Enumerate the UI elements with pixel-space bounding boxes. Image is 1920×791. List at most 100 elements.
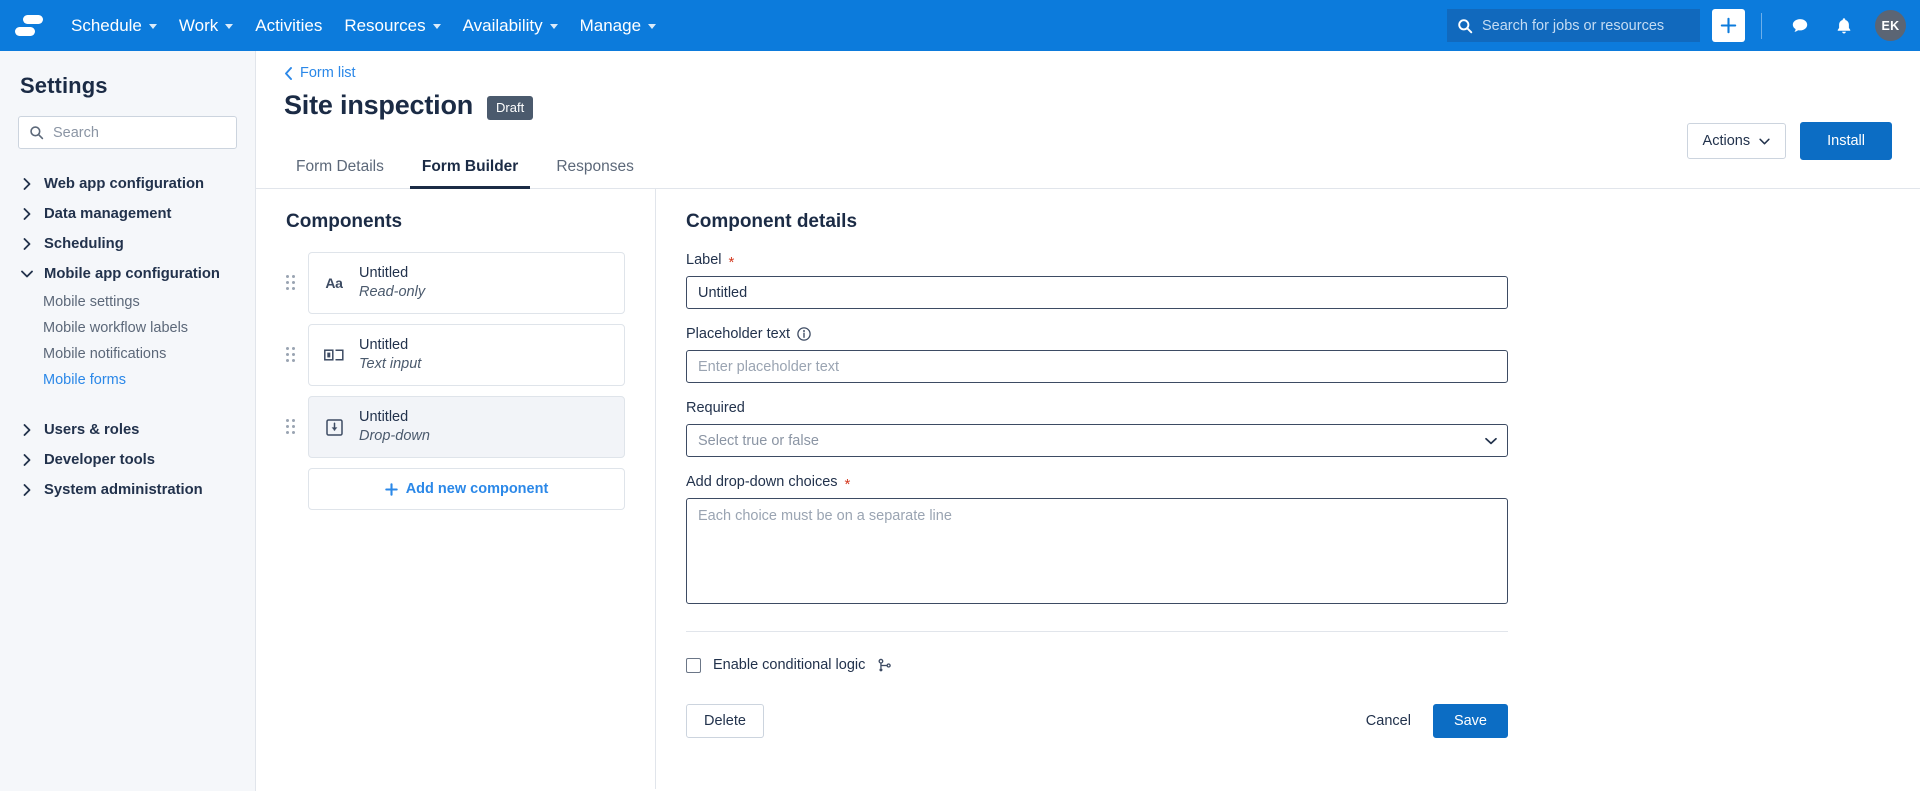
nav-item-schedule-label: Schedule bbox=[71, 15, 142, 35]
top-navigation-bar: Schedule Work Activities Resources Avail… bbox=[0, 0, 1920, 51]
user-avatar[interactable]: EK bbox=[1875, 10, 1906, 41]
chat-bubble-icon bbox=[1792, 18, 1808, 32]
required-select-wrap: Select true or false true false bbox=[686, 424, 1508, 457]
create-new-button[interactable] bbox=[1712, 9, 1745, 42]
nav-item-availability-label: Availability bbox=[462, 15, 543, 35]
nav-right-cluster: Search for jobs or resources EK bbox=[1447, 9, 1906, 42]
messages-button[interactable] bbox=[1785, 11, 1815, 41]
component-details-title: Component details bbox=[686, 211, 858, 232]
sidebar-item-mobile-notifications[interactable]: Mobile notifications bbox=[0, 341, 255, 367]
nav-item-activities[interactable]: Activities bbox=[244, 10, 333, 42]
sidebar-search-placeholder: Search bbox=[53, 124, 99, 141]
drop-down-choices-textarea[interactable] bbox=[686, 498, 1508, 604]
components-pane: Components Aa Untitled Read-only Untitle… bbox=[256, 189, 656, 789]
sidebar-group-mobile-app-configuration[interactable]: Mobile app configuration bbox=[0, 259, 255, 289]
sidebar-item-mobile-forms[interactable]: Mobile forms bbox=[0, 367, 255, 393]
drag-handle-icon[interactable] bbox=[286, 275, 298, 291]
component-type: Read-only bbox=[359, 283, 426, 300]
chevron-down-icon bbox=[648, 24, 657, 29]
component-card-text: Untitled Read-only bbox=[359, 264, 425, 302]
sidebar-item-mobile-settings[interactable]: Mobile settings bbox=[0, 289, 255, 315]
sitebox-logo[interactable] bbox=[12, 9, 46, 43]
chevron-down-icon bbox=[20, 268, 33, 281]
nav-item-manage-label: Manage bbox=[579, 15, 642, 35]
component-card-text-input[interactable]: Untitled Text input bbox=[308, 324, 625, 387]
label-field-label: Label * bbox=[686, 252, 1508, 270]
add-new-component-button[interactable]: Add new component bbox=[308, 468, 625, 511]
sidebar-group-developer-tools[interactable]: Developer tools bbox=[0, 445, 255, 475]
nav-item-resources-label: Resources bbox=[344, 15, 426, 35]
breadcrumb-label: Form list bbox=[300, 65, 356, 81]
chevron-down-icon bbox=[148, 24, 157, 29]
required-asterisk: * bbox=[844, 475, 851, 493]
header-action-buttons: Actions Install bbox=[1686, 122, 1892, 160]
global-search-box[interactable]: Search for jobs or resources bbox=[1447, 9, 1700, 42]
info-icon[interactable] bbox=[797, 327, 811, 341]
cancel-button[interactable]: Cancel bbox=[1362, 705, 1415, 737]
component-details-pane: Component details Label * Placeholder te… bbox=[656, 189, 1920, 789]
drag-handle-icon[interactable] bbox=[286, 419, 298, 435]
tab-label: Responses bbox=[556, 158, 634, 175]
label-field-label-text: Label bbox=[686, 252, 722, 268]
status-badge: Draft bbox=[487, 95, 534, 120]
tab-form-builder[interactable]: Form Builder bbox=[409, 147, 531, 189]
required-field-label: Required bbox=[686, 400, 1508, 416]
enable-conditional-logic-checkbox[interactable] bbox=[686, 657, 701, 673]
sidebar-group-users-and-roles[interactable]: Users & roles bbox=[0, 415, 255, 445]
notifications-button[interactable] bbox=[1829, 11, 1859, 41]
nav-item-activities-label: Activities bbox=[255, 15, 323, 35]
nav-item-availability[interactable]: Availability bbox=[452, 10, 569, 42]
nav-item-work-label: Work bbox=[178, 15, 219, 35]
sidebar-item-mobile-workflow-labels[interactable]: Mobile workflow labels bbox=[0, 315, 255, 341]
chevron-down-icon bbox=[225, 24, 234, 29]
sidebar-group-scheduling[interactable]: Scheduling bbox=[0, 229, 255, 259]
actions-button[interactable]: Actions bbox=[1686, 123, 1787, 159]
tab-label: Form Details bbox=[296, 158, 384, 175]
delete-button[interactable]: Delete bbox=[686, 704, 764, 738]
global-search-placeholder: Search for jobs or resources bbox=[1482, 17, 1665, 34]
bell-icon bbox=[1837, 17, 1851, 33]
sidebar-group-label: System administration bbox=[44, 482, 203, 498]
component-name: Untitled bbox=[359, 409, 409, 426]
main-content: Form list Site inspection Draft Actions … bbox=[256, 51, 1920, 791]
label-input[interactable] bbox=[686, 276, 1508, 309]
choices-field-label-text: Add drop-down choices bbox=[686, 474, 838, 490]
chevron-right-icon bbox=[20, 178, 33, 191]
component-card-drop-down[interactable]: Untitled Drop-down bbox=[308, 396, 625, 459]
placeholder-text-input[interactable] bbox=[686, 350, 1508, 383]
required-select[interactable]: Select true or false true false bbox=[686, 424, 1508, 457]
conditional-logic-label: Enable conditional logic bbox=[713, 657, 866, 673]
cancel-button-label: Cancel bbox=[1365, 713, 1411, 729]
tab-form-details[interactable]: Form Details bbox=[284, 147, 396, 188]
plus-icon bbox=[384, 483, 398, 496]
nav-item-schedule[interactable]: Schedule bbox=[60, 10, 168, 42]
form-action-buttons: Delete Cancel Save bbox=[686, 704, 1508, 738]
component-row: Untitled Drop-down bbox=[286, 396, 625, 459]
page-title: Site inspection bbox=[284, 90, 474, 120]
save-button[interactable]: Save bbox=[1432, 704, 1508, 738]
sidebar-search-input[interactable]: Search bbox=[18, 116, 237, 149]
component-card-read-only[interactable]: Aa Untitled Read-only bbox=[308, 252, 625, 315]
nav-item-work[interactable]: Work bbox=[168, 10, 244, 42]
avatar-initials: EK bbox=[1881, 18, 1900, 33]
sidebar-group-label: Mobile app configuration bbox=[44, 266, 220, 282]
sidebar-group-web-app-configuration[interactable]: Web app configuration bbox=[0, 169, 255, 199]
sidebar-group-system-administration[interactable]: System administration bbox=[0, 475, 255, 505]
save-button-label: Save bbox=[1453, 713, 1487, 729]
drag-handle-icon[interactable] bbox=[286, 347, 298, 363]
tab-responses[interactable]: Responses bbox=[544, 147, 646, 188]
form-builder-area: Components Aa Untitled Read-only Untitle… bbox=[256, 189, 1920, 789]
install-button[interactable]: Install bbox=[1800, 122, 1892, 160]
nav-item-manage[interactable]: Manage bbox=[569, 10, 667, 42]
breadcrumb-form-list[interactable]: Form list bbox=[284, 65, 356, 81]
chevron-right-icon bbox=[20, 424, 33, 437]
component-type: Drop-down bbox=[359, 427, 430, 444]
components-pane-title: Components bbox=[286, 211, 403, 232]
delete-button-label: Delete bbox=[704, 713, 746, 729]
sidebar-group-data-management[interactable]: Data management bbox=[0, 199, 255, 229]
logo-bar-top bbox=[23, 15, 43, 24]
tab-label: Form Builder bbox=[421, 158, 519, 175]
component-type: Text input bbox=[359, 355, 422, 372]
nav-item-resources[interactable]: Resources bbox=[333, 10, 451, 42]
sidebar-item-label: Mobile forms bbox=[43, 372, 126, 388]
